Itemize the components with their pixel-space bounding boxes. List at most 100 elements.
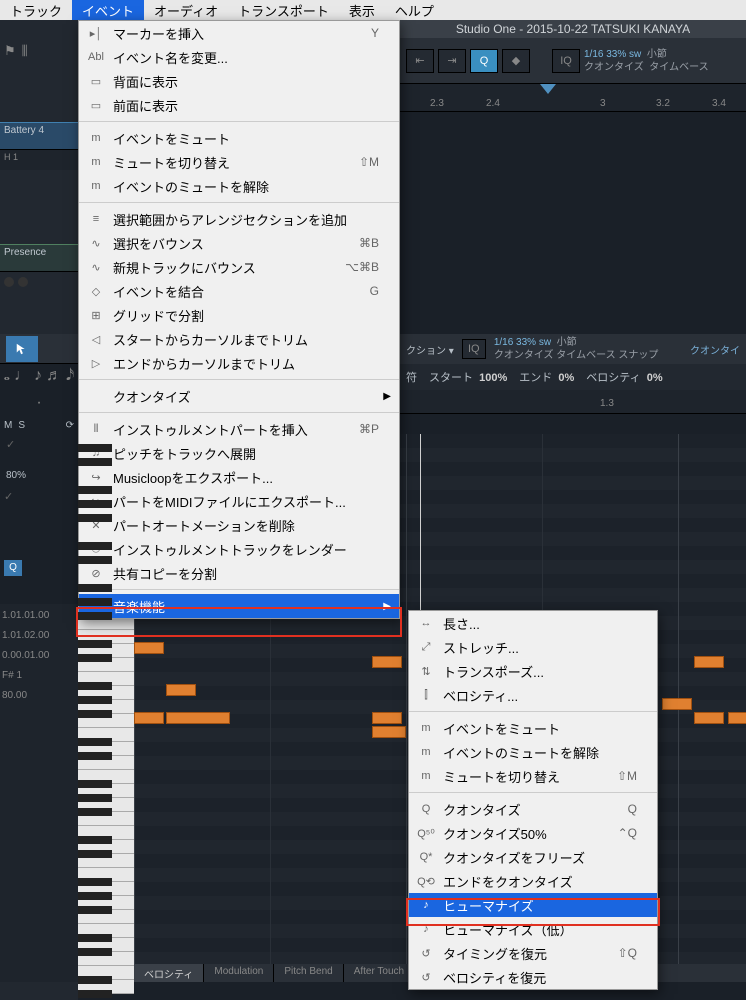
piano-key-black[interactable] <box>78 752 112 760</box>
sixteenth-note-icon[interactable]: ♬ <box>46 367 62 385</box>
piano-key-black[interactable] <box>78 640 112 648</box>
track-header[interactable]: Battery 4 <box>0 122 78 150</box>
menu-audio[interactable]: オーディオ <box>144 0 228 20</box>
pointer-tool-icon[interactable] <box>6 336 38 362</box>
piano-key-black[interactable] <box>78 486 112 494</box>
editor-ruler[interactable]: 1.3 <box>400 390 746 414</box>
menu-item[interactable]: mイベントのミュートを解除 <box>409 740 657 764</box>
group-icon[interactable]: ⫼ <box>22 43 28 59</box>
menu-item[interactable]: ⤢ストレッチ... <box>409 635 657 659</box>
track-sub[interactable]: H 1 <box>0 150 78 170</box>
piano-key-black[interactable] <box>78 458 112 466</box>
midi-note[interactable] <box>728 712 746 724</box>
piano-key-black[interactable] <box>78 514 112 522</box>
iq-button[interactable]: IQ <box>552 49 580 73</box>
quantize-toggle[interactable]: Q <box>470 49 498 73</box>
menu-item[interactable]: Q⟲エンドをクオンタイズ <box>409 869 657 893</box>
iq-button[interactable]: IQ <box>462 339 486 359</box>
menu-item[interactable]: ∿選択をバウンス⌘B <box>79 231 399 255</box>
menu-item[interactable]: ▸│マーカーを挿入Y <box>79 21 399 45</box>
piano-key-black[interactable] <box>78 948 112 956</box>
dot-icon[interactable]: · <box>36 394 41 412</box>
menu-item[interactable]: mイベントのミュートを解除 <box>79 174 399 198</box>
menu-item[interactable]: ♪ヒューマナイズ <box>409 893 657 917</box>
menu-item[interactable]: ↺ベロシティを復元 <box>409 965 657 989</box>
menu-item[interactable]: ≡選択範囲からアレンジセクションを追加 <box>79 207 399 231</box>
autoquant-icon[interactable]: ◆ <box>502 49 530 73</box>
menu-item[interactable]: ▭前面に表示 <box>79 93 399 117</box>
quant-pref[interactable]: クオンタイ <box>690 342 740 357</box>
menu-item[interactable]: ↔長さ... <box>409 611 657 635</box>
menu-item[interactable]: ↪Musicloopをエクスポート... <box>79 465 399 489</box>
piano-key-black[interactable] <box>78 696 112 704</box>
piano-key-black[interactable] <box>78 934 112 942</box>
tab-aftertouch[interactable]: After Touch <box>344 964 415 982</box>
tab-pitchbend[interactable]: Pitch Bend <box>274 964 343 982</box>
menu-item[interactable]: mイベントをミュート <box>79 126 399 150</box>
menu-item[interactable]: ♫ピッチをトラックへ展開 <box>79 441 399 465</box>
menu-item[interactable]: Ablイベント名を変更... <box>79 45 399 69</box>
menu-item[interactable]: Q⁵⁰クオンタイズ50%⌃Q <box>409 821 657 845</box>
quantize-info[interactable]: 1/16 33% sw 小節 クオンタイズ タイムベース <box>584 48 709 74</box>
music-functions-submenu[interactable]: ↔長さ...⤢ストレッチ...⇅トランスポーズ...⫿ベロシティ...mイベント… <box>408 610 658 990</box>
menubar[interactable]: トラック イベント オーディオ トランスポート 表示 ヘルプ <box>0 0 746 20</box>
midi-note[interactable] <box>662 698 692 710</box>
menu-track[interactable]: トラック <box>0 0 72 20</box>
piano-key-black[interactable] <box>78 542 112 550</box>
midi-note[interactable] <box>166 684 196 696</box>
piano-key-black[interactable] <box>78 612 112 620</box>
flag-icon[interactable]: ⚑ <box>4 43 16 59</box>
menu-item[interactable]: ∿新規トラックにバウンス⌥⌘B <box>79 255 399 279</box>
menu-event[interactable]: イベント <box>72 0 144 20</box>
menu-item[interactable]: ⊘共有コピーを分割 <box>79 561 399 585</box>
playhead-marker-icon[interactable] <box>540 84 556 94</box>
midi-note[interactable] <box>372 656 402 668</box>
piano-key-black[interactable] <box>78 710 112 718</box>
menu-item[interactable]: 音楽機能▶ <box>79 594 399 618</box>
menu-item[interactable]: ⫿ベロシティ... <box>409 683 657 707</box>
menu-view[interactable]: 表示 <box>339 0 385 20</box>
piano-key-black[interactable] <box>78 808 112 816</box>
menu-item[interactable]: ✕パートオートメーションを削除 <box>79 513 399 537</box>
action-label[interactable]: クション ▾ <box>406 342 454 357</box>
menu-item[interactable]: ▷エンドからカーソルまでトリム <box>79 351 399 375</box>
menu-help[interactable]: ヘルプ <box>385 0 444 20</box>
piano-key-black[interactable] <box>78 850 112 858</box>
piano-key-black[interactable] <box>78 654 112 662</box>
midi-note[interactable] <box>166 712 230 724</box>
note-value-picker[interactable]: 𝅝 ♩ ♪ ♬ 𝅘𝅥𝅯 · <box>0 364 78 414</box>
menu-item[interactable]: ⎋インストゥルメントトラックをレンダー <box>79 537 399 561</box>
menu-item[interactable]: ⦀インストゥルメントパートを挿入⌘P <box>79 417 399 441</box>
track-controls[interactable] <box>0 272 78 292</box>
timeline-ruler[interactable]: 2.3 2.4 3 3.2 3.4 <box>400 84 746 112</box>
snap-start-icon[interactable]: ⇤ <box>406 49 434 73</box>
menu-item[interactable]: ↺タイミングを復元⇧Q <box>409 941 657 965</box>
menu-item[interactable]: QクオンタイズQ <box>409 797 657 821</box>
menu-item[interactable]: ♪ヒューマナイズ（低） <box>409 917 657 941</box>
midi-note[interactable] <box>134 642 164 654</box>
event-menu[interactable]: ▸│マーカーを挿入YAblイベント名を変更...▭背面に表示▭前面に表示 mイベン… <box>78 20 400 619</box>
piano-key-black[interactable] <box>78 738 112 746</box>
menu-transport[interactable]: トランスポート <box>228 0 339 20</box>
piano-key-black[interactable] <box>78 990 112 998</box>
piano-key-black[interactable] <box>78 976 112 984</box>
piano-key-black[interactable] <box>78 444 112 452</box>
snap-end-icon[interactable]: ⇥ <box>438 49 466 73</box>
piano-key-black[interactable] <box>78 598 112 606</box>
menu-item[interactable]: Q*クオンタイズをフリーズ <box>409 845 657 869</box>
piano-key-black[interactable] <box>78 682 112 690</box>
menu-item[interactable]: ◇イベントを結合G <box>79 279 399 303</box>
piano-key-black[interactable] <box>78 906 112 914</box>
midi-note[interactable] <box>372 726 406 738</box>
menu-item[interactable]: ◁スタートからカーソルまでトリム <box>79 327 399 351</box>
editor-quant-info[interactable]: 1/16 33% sw 小節 クオンタイズ タイムベース スナップ <box>494 336 659 362</box>
midi-note[interactable] <box>372 712 402 724</box>
menu-item[interactable]: ▭背面に表示 <box>79 69 399 93</box>
midi-note[interactable] <box>694 712 724 724</box>
tab-modulation[interactable]: Modulation <box>204 964 274 982</box>
piano-key-black[interactable] <box>78 780 112 788</box>
eighth-note-icon[interactable]: ♪ <box>34 367 42 385</box>
piano-key-black[interactable] <box>78 500 112 508</box>
thirtysecond-note-icon[interactable]: 𝅘𝅥𝅯 <box>66 367 74 385</box>
mute-header[interactable]: M <box>4 420 12 431</box>
